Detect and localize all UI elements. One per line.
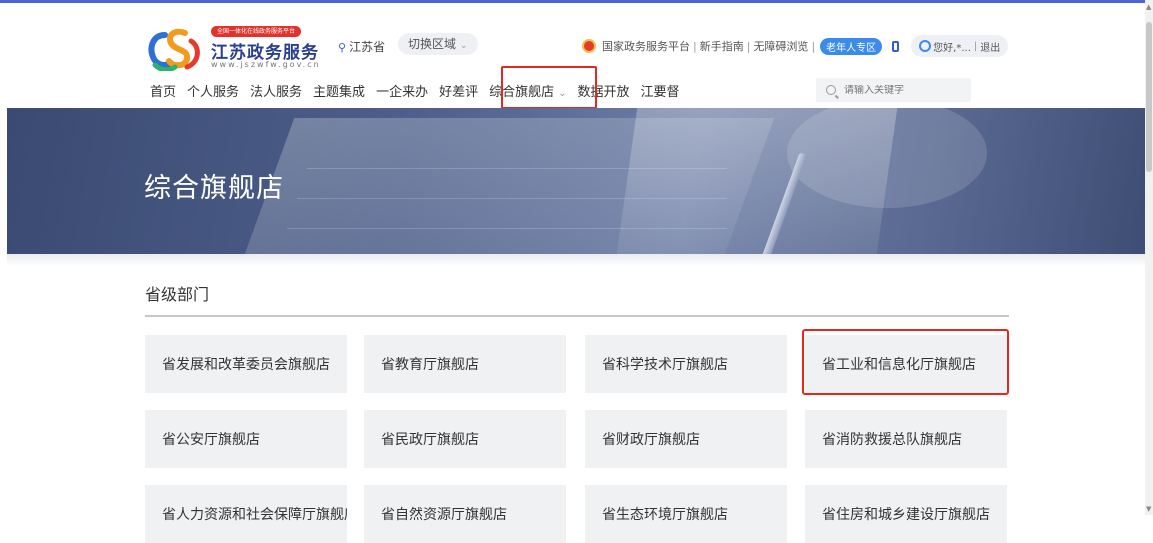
page-title: 综合旗舰店: [144, 173, 284, 204]
dept-card-housing[interactable]: 省住房和城乡建设厅旗舰店: [805, 485, 1007, 543]
banner-line: [307, 168, 727, 169]
accessible-link[interactable]: 无障碍浏览: [753, 38, 808, 54]
national-emblem-icon: [582, 39, 596, 53]
site-logo[interactable]: 全国一体化在线政务服务平台 江苏政务服务 www.jszwfw.gov.cn: [147, 25, 319, 73]
logo-mark-icon: [148, 28, 200, 71]
dept-card-fire-rescue[interactable]: 省消防救援总队旗舰店: [805, 410, 1007, 468]
nav-item-supervision[interactable]: 江要督: [641, 81, 680, 100]
separator: |: [811, 39, 816, 53]
pin-icon: ⚲: [338, 41, 347, 54]
national-platform-link[interactable]: 国家政务服务平台: [602, 38, 690, 54]
dept-card-civil-affairs[interactable]: 省民政厅旗舰店: [364, 410, 566, 468]
main-nav: 首页 个人服务 法人服务 主题集成 一企来办 好差评 综合旗舰店 ⌄ 数据开放 江…: [150, 80, 691, 100]
nav-item-corporate[interactable]: 法人服务: [250, 81, 302, 100]
scroll-up-icon[interactable]: ▲: [1146, 3, 1151, 11]
user-icon: [919, 40, 932, 52]
top-links: 国家政务服务平台 | 新手指南 | 无障碍浏览 | 老年人专区 您好,*... …: [582, 35, 1009, 57]
separator: |: [693, 39, 697, 53]
banner-line: [297, 198, 727, 199]
user-menu[interactable]: 您好,*... | 退出: [911, 35, 1009, 57]
logo-url: www.jszwfw.gov.cn: [211, 60, 321, 69]
nav-item-personal[interactable]: 个人服务: [187, 81, 239, 100]
chevron-down-icon: ⌄: [460, 41, 468, 51]
logout-link[interactable]: 退出: [980, 39, 1000, 54]
user-greeting[interactable]: 您好,*...: [933, 39, 971, 54]
top-accent-bar: [0, 0, 1145, 3]
nav-item-enterprise[interactable]: 一企来办: [376, 81, 428, 100]
nav-item-home[interactable]: 首页: [150, 81, 176, 100]
scroll-thumb[interactable]: [1146, 22, 1152, 172]
current-region[interactable]: ⚲ 江苏省: [338, 38, 385, 55]
dept-card-science[interactable]: 省科学技术厅旗舰店: [585, 335, 787, 393]
search-icon[interactable]: [826, 85, 836, 95]
separator: |: [973, 40, 978, 52]
dept-card-finance[interactable]: 省财政厅旗舰店: [585, 410, 787, 468]
nav-item-themes[interactable]: 主题集成: [313, 81, 365, 100]
phone-icon[interactable]: [892, 40, 900, 52]
separator: |: [746, 39, 751, 53]
current-region-label: 江苏省: [349, 40, 386, 54]
banner-line: [287, 228, 727, 229]
card-highlight-box: [802, 329, 1009, 395]
dept-card-public-security[interactable]: 省公安厅旗舰店: [145, 410, 347, 468]
hero-banner: 综合旗舰店: [7, 108, 1145, 254]
page-scrollbar[interactable]: ▲ ▼: [1145, 0, 1153, 515]
elder-zone-button[interactable]: 老年人专区: [820, 37, 883, 55]
dept-card-education[interactable]: 省教育厅旗舰店: [364, 335, 566, 393]
search-box[interactable]: [816, 78, 971, 102]
scroll-down-icon[interactable]: ▼: [1146, 505, 1151, 513]
banner-shadow: [7, 254, 1145, 266]
switch-region-button[interactable]: 切换区域 ⌄: [398, 33, 478, 55]
section-divider: [145, 315, 1009, 317]
dept-card-drc[interactable]: 省发展和改革委员会旗舰店: [145, 335, 347, 393]
dept-card-natural-resources[interactable]: 省自然资源厅旗舰店: [364, 485, 566, 543]
nav-item-rating[interactable]: 好差评: [439, 81, 478, 100]
dept-card-ecology[interactable]: 省生态环境厅旗舰店: [585, 485, 787, 543]
nav-highlight-box: [501, 66, 597, 109]
search-input[interactable]: [844, 84, 954, 96]
dept-card-hr-social-security[interactable]: 省人力资源和社会保障厅旗舰店: [145, 485, 347, 543]
guide-link[interactable]: 新手指南: [700, 38, 744, 54]
section-title: 省级部门: [145, 285, 210, 304]
switch-region-label: 切换区域: [408, 37, 457, 51]
logo-slogan: 全国一体化在线政务服务平台: [211, 26, 302, 37]
